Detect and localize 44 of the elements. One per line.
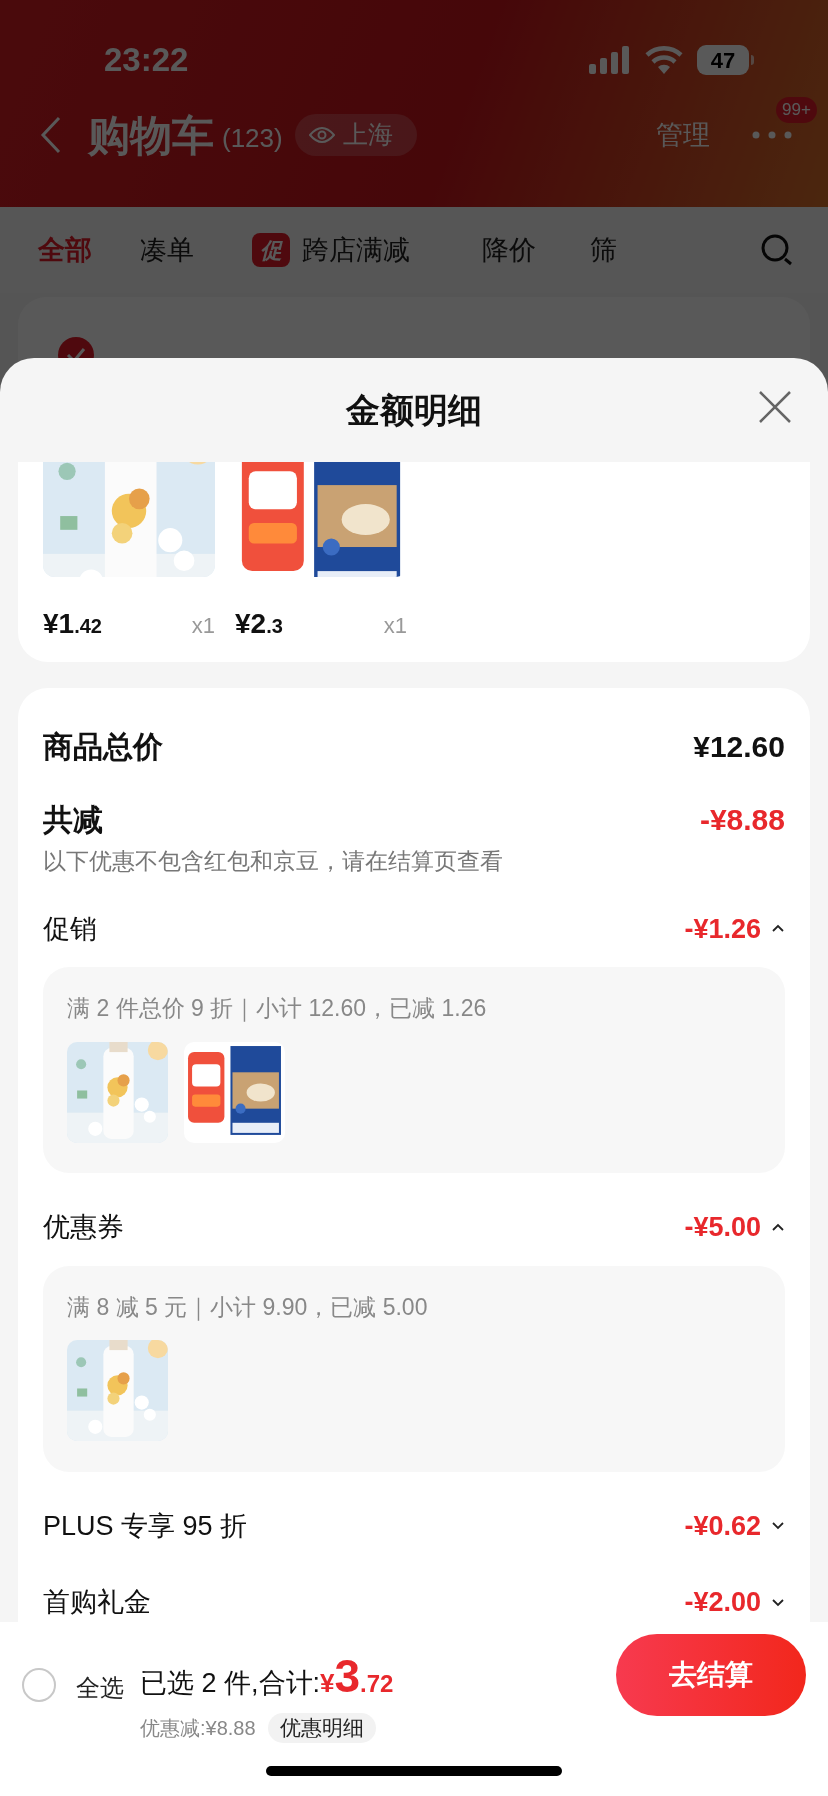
sheet-title: 金额明细 xyxy=(346,389,482,431)
product-price: ¥2.3 xyxy=(235,607,283,641)
discount-note: 以下优惠不包含红包和京豆，请在结算页查看 xyxy=(43,847,504,876)
discount-detail: 满 8 减 5 元｜小计 9.90，已减 5.00 xyxy=(67,1292,429,1323)
total-amount: ¥3.72 xyxy=(320,1649,394,1704)
filter-tab[interactable]: 凑单 xyxy=(140,229,194,271)
notification-badge: 99+ xyxy=(776,97,817,123)
select-all-label[interactable]: 全选 xyxy=(76,1670,124,1706)
total-value: ¥12.60 xyxy=(693,729,785,765)
filter-tab[interactable]: 跨店满减 xyxy=(302,229,410,271)
select-all-radio[interactable] xyxy=(22,1668,56,1702)
close-icon[interactable] xyxy=(758,390,792,424)
filter-tab[interactable]: 全部 xyxy=(38,229,92,271)
saved-amount: 优惠减:¥8.88 xyxy=(140,1716,256,1741)
wifi-icon xyxy=(645,46,683,74)
cart-count: (123) xyxy=(222,121,283,155)
discount-label: PLUS 专享 95 折 xyxy=(43,1509,248,1543)
discount-detail: 满 2 件总价 9 折｜小计 12.60，已减 1.26 xyxy=(67,994,488,1024)
filter-tab[interactable]: 降价 xyxy=(482,229,536,271)
discount-detail-button[interactable]: 优惠明细 xyxy=(267,1713,376,1743)
battery-indicator: 47 xyxy=(697,45,749,75)
filter-tab[interactable]: 筛 xyxy=(590,229,617,271)
status-time: 23:22 xyxy=(104,40,189,81)
reduction-label: 共减 xyxy=(43,802,103,838)
promo-badge: 促 xyxy=(252,233,290,267)
product-quantity: x1 xyxy=(191,612,215,640)
discount-value: -¥1.26 xyxy=(684,912,761,946)
page-title: 购物车 xyxy=(88,110,214,161)
checkout-button[interactable]: 去结算 xyxy=(616,1634,806,1716)
discount-value: -¥5.00 xyxy=(684,1211,761,1244)
search-icon[interactable] xyxy=(760,233,794,267)
discount-label: 优惠券 xyxy=(43,1211,124,1244)
discount-label: 促销 xyxy=(43,912,97,946)
discount-value: -¥0.62 xyxy=(684,1509,761,1543)
discount-value: -¥2.00 xyxy=(684,1586,761,1619)
signal-icon xyxy=(589,46,631,74)
total-label: 商品总价 xyxy=(43,729,163,765)
eye-icon xyxy=(308,126,335,144)
product-price: ¥1.42 xyxy=(43,607,102,641)
manage-button[interactable]: 管理 xyxy=(656,114,710,156)
product-quantity: x1 xyxy=(383,612,407,640)
selected-summary: 已选 2 件,合计: xyxy=(140,1667,321,1700)
reduction-value: -¥8.88 xyxy=(699,802,785,838)
discount-label: 首购礼金 xyxy=(43,1586,151,1619)
